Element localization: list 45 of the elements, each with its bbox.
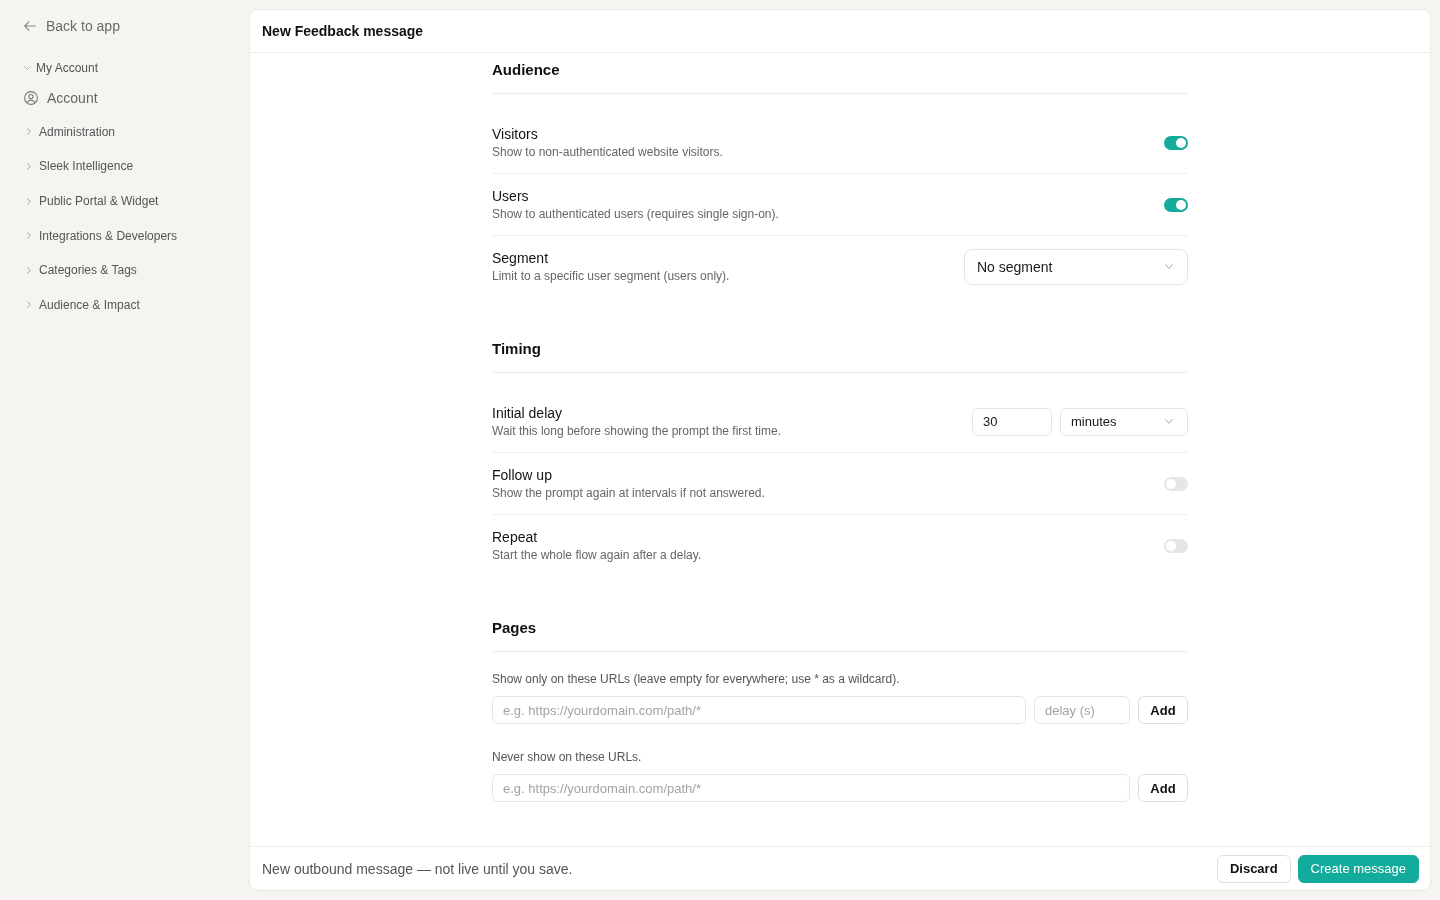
setting-title: Follow up xyxy=(492,466,553,485)
url-input[interactable]: e.g. https://yourdomain.com/path/* xyxy=(492,696,1026,724)
setting-title: Visitors xyxy=(492,125,539,144)
section-heading: Pages xyxy=(492,618,1188,652)
arrow-left-icon xyxy=(24,21,36,31)
sidebar-group[interactable]: Public Portal & Widget xyxy=(24,183,159,219)
toggle-switch[interactable] xyxy=(1164,538,1188,553)
sidebar-group[interactable]: Administration xyxy=(24,114,116,150)
setting-description: Show to authenticated users (requires single sign-on). xyxy=(492,206,779,223)
url-input[interactable]: e.g. https://yourdomain.com/path/* xyxy=(492,774,1130,802)
setting-title: Users xyxy=(492,187,530,206)
sidebar-group[interactable]: Integrations & Developers xyxy=(24,218,178,253)
toggle-switch[interactable] xyxy=(1164,476,1188,491)
user-circle-icon xyxy=(24,90,38,105)
toggle-switch[interactable] xyxy=(1164,197,1188,212)
sidebar-group[interactable]: Categories & Tags xyxy=(24,252,137,288)
section-heading: Audience xyxy=(492,60,1188,94)
panel-title: New Feedback message xyxy=(262,23,424,39)
setting-description: Start the whole flow again after a delay. xyxy=(492,547,702,564)
add-button[interactable]: Add xyxy=(1138,774,1188,802)
setting-title: Segment xyxy=(492,249,550,268)
chevron-down-icon xyxy=(1165,264,1173,269)
sidebar-item[interactable]: Account xyxy=(24,85,98,110)
setting-title: Repeat xyxy=(492,528,539,547)
back-link[interactable]: Back to app xyxy=(24,16,120,36)
sidebar-group[interactable]: Sleek Intelligence xyxy=(24,149,134,184)
toggle-switch[interactable] xyxy=(1164,135,1188,150)
add-button[interactable]: Add xyxy=(1138,696,1188,724)
url-list-hint: Never show on these URLs. xyxy=(492,749,643,766)
url-list-hint: Show only on these URLs (leave empty for everywhere; use * as a wildcard). xyxy=(492,671,901,688)
delay-input[interactable]: delay (s) xyxy=(1034,696,1130,724)
setting-description: Show the prompt again at intervals if not answered. xyxy=(492,485,765,502)
setting-title: Initial delay xyxy=(492,404,564,423)
discard-button[interactable]: Discard xyxy=(1216,854,1291,883)
chevron-down-icon xyxy=(1165,419,1173,424)
sidebar-group[interactable]: Audience & Impact xyxy=(24,287,140,323)
segment-select[interactable]: No segment xyxy=(964,248,1188,285)
delay-unit-select[interactable]: minutes xyxy=(1060,407,1188,436)
footer-note: New outbound message — not live until you save. xyxy=(262,860,573,877)
setting-description: Show to non-authenticated website visitors. xyxy=(492,144,723,161)
section-heading: Timing xyxy=(492,339,1188,373)
delay-amount-input[interactable]: 30 xyxy=(972,407,1052,436)
setting-description: Wait this long before showing the prompt the first time. xyxy=(492,423,782,440)
setting-description: Limit to a specific user segment (users only). xyxy=(492,268,730,285)
sidebar-group[interactable]: My Account xyxy=(24,51,99,86)
